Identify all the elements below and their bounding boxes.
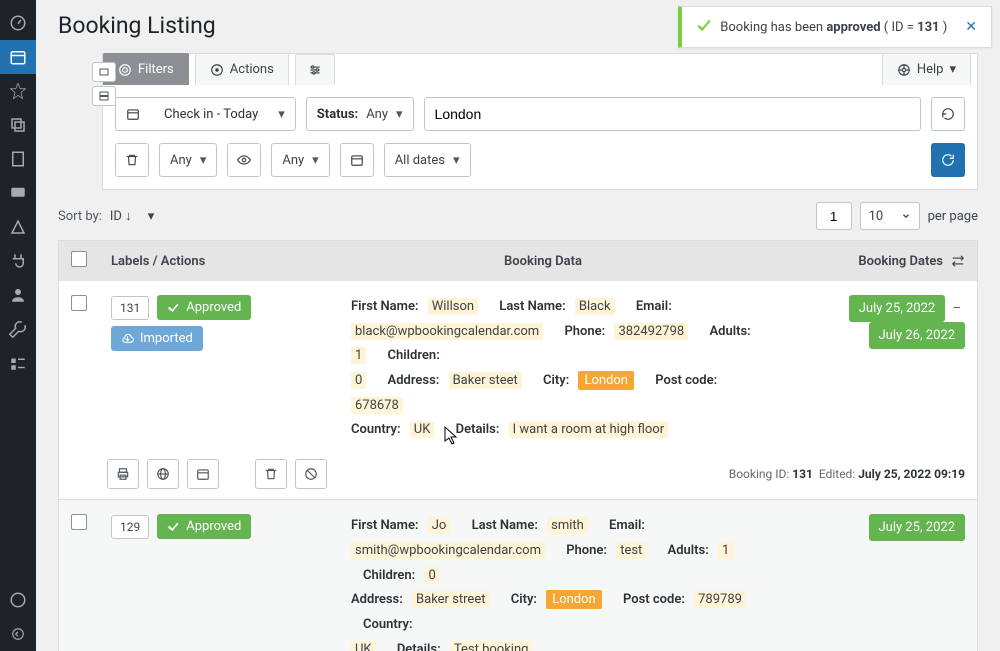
visibility-filter-button[interactable] [227, 143, 261, 177]
booking-row: 131 Approved Imported First Name Willson… [58, 281, 978, 500]
settings-menu-item[interactable] [0, 346, 36, 380]
pages-menu-item[interactable] [0, 142, 36, 176]
tools-menu-item[interactable] [0, 312, 36, 346]
refresh-icon [941, 107, 955, 121]
search-field[interactable] [435, 106, 910, 122]
select-all-checkbox[interactable] [71, 251, 87, 267]
creation-date-filter-button[interactable] [340, 143, 374, 177]
locale-button[interactable] [147, 459, 179, 489]
search-input[interactable] [424, 97, 921, 131]
apply-filter-button[interactable] [931, 143, 965, 177]
approved-badge[interactable]: Approved [157, 295, 251, 320]
calendar-button[interactable] [187, 459, 219, 489]
calendar-icon [350, 153, 364, 167]
status-filter[interactable]: Status: Any ▾ [306, 97, 414, 131]
column-dates: Booking Dates [858, 254, 943, 269]
notification-text: Booking has been approved ( ID = 131 ) [720, 20, 947, 35]
calendar-menu-item[interactable] [0, 40, 36, 74]
per-page-label: per page [928, 209, 978, 224]
refresh-icon [941, 153, 955, 167]
checkin-date-filter[interactable]: Check in - Today ▾ [115, 97, 296, 131]
print-button[interactable] [107, 459, 139, 489]
sort-label: Sort by: [58, 209, 102, 224]
column-labels: Labels / Actions [111, 254, 311, 269]
booking-dates: July 25, 2022 [765, 514, 965, 651]
eye-icon [237, 153, 251, 167]
booking-data: First Name Willson Last Name Black Email… [351, 295, 765, 443]
booking-meta: Booking ID: 131 Edited: July 25, 2022 09… [729, 467, 965, 481]
check-icon [696, 17, 712, 37]
table-header: Labels / Actions Booking Data Booking Da… [58, 240, 978, 281]
sort-field[interactable]: ID ↓ [110, 208, 132, 224]
collapse-menu-item[interactable] [0, 617, 36, 651]
media-menu-item[interactable] [0, 108, 36, 142]
pin-menu-item[interactable] [0, 74, 36, 108]
page-number-input[interactable] [816, 202, 852, 230]
filter-panel: Filters Actions Help ▾ [102, 53, 978, 190]
reset-search-button[interactable] [931, 97, 965, 131]
calendar-icon [126, 107, 140, 121]
booking-id: 129 [111, 515, 149, 539]
trash-icon [125, 153, 139, 167]
trash-button[interactable] [255, 459, 287, 489]
view-tab-1[interactable] [92, 62, 116, 82]
link1-menu-item[interactable] [0, 583, 36, 617]
per-page-select[interactable]: 10 [860, 202, 920, 230]
close-icon[interactable]: ✕ [965, 19, 977, 35]
dashboard-menu-item[interactable] [0, 6, 36, 40]
trash-filter-button[interactable] [115, 143, 149, 177]
booking-id: 131 [111, 296, 149, 320]
row-checkbox[interactable] [71, 514, 87, 530]
users-menu-item[interactable] [0, 278, 36, 312]
visibility-any-filter[interactable]: Any▾ [271, 143, 329, 177]
help-button[interactable]: Help ▾ [882, 53, 971, 85]
tab-options[interactable] [295, 54, 335, 85]
chevron-down-icon [901, 211, 911, 221]
all-dates-filter[interactable]: All dates▾ [384, 143, 471, 177]
view-tab-2[interactable] [92, 86, 116, 106]
swap-icon[interactable] [951, 254, 965, 268]
cancel-button[interactable] [295, 459, 327, 489]
row-checkbox[interactable] [71, 295, 87, 311]
admin-sidebar [0, 0, 36, 651]
comments-menu-item[interactable] [0, 176, 36, 210]
sort-dropdown[interactable]: ▾ [148, 209, 155, 224]
approved-badge[interactable]: Approved [157, 514, 251, 539]
tab-actions[interactable]: Actions [195, 53, 289, 85]
booking-row: 129 Approved First Name Jo Last Name smi… [58, 500, 978, 651]
appearance-menu-item[interactable] [0, 210, 36, 244]
notification-bar: Booking has been approved ( ID = 131 ) ✕ [678, 6, 992, 48]
plugins-menu-item[interactable] [0, 244, 36, 278]
booking-dates: July 25, 2022 – July 26, 2022 [765, 295, 965, 443]
trash-any-filter[interactable]: Any▾ [159, 143, 217, 177]
column-data: Booking Data [311, 254, 775, 269]
main-content: Booking Listing Booking has been approve… [36, 0, 1000, 651]
imported-badge[interactable]: Imported [111, 326, 203, 351]
sort-row: Sort by: ID ↓ ▾ 10 per page [58, 202, 978, 230]
booking-data: First Name Jo Last Name smith Email smit… [351, 514, 765, 651]
